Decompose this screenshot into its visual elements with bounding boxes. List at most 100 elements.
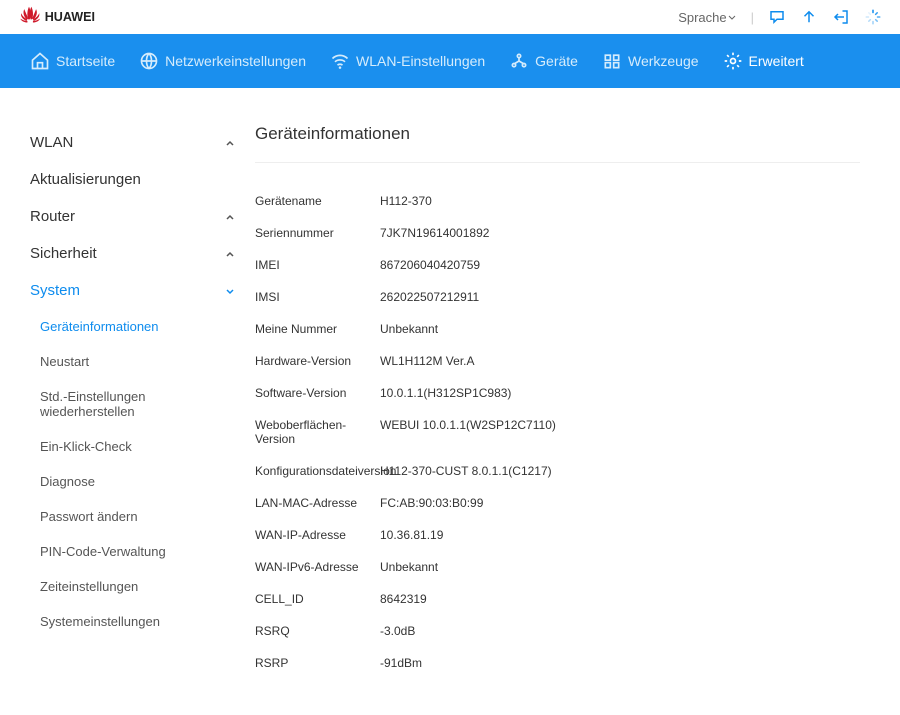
info-label: WAN-IP-Adresse (255, 528, 380, 542)
info-row: RSRQ-3.0dB (255, 615, 860, 647)
sidebar-sub-label: Ein-Klick-Check (40, 439, 132, 454)
sidebar-group-system[interactable]: System (30, 272, 235, 309)
sidebar-group-router[interactable]: Router (30, 198, 235, 235)
info-value: Unbekannt (380, 560, 438, 574)
info-value: -91dBm (380, 656, 422, 670)
sidebar-sub-label: Std.-Einstellungen wiederherstellen (40, 389, 146, 419)
nav-label: Geräte (535, 53, 578, 69)
info-row: GerätenameH112-370 (255, 185, 860, 217)
sidebar-item-oneclick[interactable]: Ein-Klick-Check (30, 429, 235, 464)
upload-icon[interactable] (800, 8, 818, 26)
sidebar-item-diagnose[interactable]: Diagnose (30, 464, 235, 499)
info-row: IMEI867206040420759 (255, 249, 860, 281)
nav-label: WLAN-Einstellungen (356, 53, 485, 69)
info-value: FC:AB:90:03:B0:99 (380, 496, 483, 510)
info-row: Hardware-VersionWL1H112M Ver.A (255, 345, 860, 377)
top-header: HUAWEI Sprache | (0, 0, 900, 34)
info-value: 8642319 (380, 592, 427, 606)
devices-icon (509, 51, 529, 71)
page-title: Geräteinformationen (255, 124, 860, 163)
info-row: LAN-MAC-AdresseFC:AB:90:03:B0:99 (255, 487, 860, 519)
language-selector[interactable]: Sprache (678, 10, 736, 25)
sidebar-item-deviceinfo[interactable]: Geräteinformationen (30, 309, 235, 344)
info-row: KonfigurationsdateiversionH112-370-CUST … (255, 455, 860, 487)
sidebar-group-wlan[interactable]: WLAN (30, 124, 235, 161)
info-label: IMSI (255, 290, 380, 304)
info-value: 7JK7N19614001892 (380, 226, 489, 240)
info-label: RSRP (255, 656, 380, 670)
sidebar-item-syssettings[interactable]: Systemeinstellungen (30, 604, 235, 639)
sidebar-label: WLAN (30, 134, 73, 151)
info-row: WAN-IPv6-AdresseUnbekannt (255, 551, 860, 583)
info-row: WAN-IP-Adresse10.36.81.19 (255, 519, 860, 551)
sidebar-group-updates[interactable]: Aktualisierungen (30, 161, 235, 198)
info-label: Seriennummer (255, 226, 380, 240)
globe-icon (139, 51, 159, 71)
nav-advanced[interactable]: Erweitert (723, 34, 804, 88)
sidebar-item-password[interactable]: Passwort ändern (30, 499, 235, 534)
sidebar-sub-label: Neustart (40, 354, 89, 369)
chat-icon[interactable] (768, 8, 786, 26)
sidebar-item-pin[interactable]: PIN-Code-Verwaltung (30, 534, 235, 569)
info-value: -3.0dB (380, 624, 415, 638)
sidebar-sub-label: Passwort ändern (40, 509, 138, 524)
sidebar-item-time[interactable]: Zeiteinstellungen (30, 569, 235, 604)
sidebar-sub-label: Systemeinstellungen (40, 614, 160, 629)
sidebar-label: Sicherheit (30, 245, 97, 262)
info-row: Meine NummerUnbekannt (255, 313, 860, 345)
nav-devices[interactable]: Geräte (509, 34, 578, 88)
gear-icon (723, 51, 743, 71)
info-row: Seriennummer7JK7N19614001892 (255, 217, 860, 249)
logout-icon[interactable] (832, 8, 850, 26)
info-row: Weboberflächen-VersionWEBUI 10.0.1.1(W2S… (255, 409, 860, 455)
nav-wlan[interactable]: WLAN-Einstellungen (330, 34, 485, 88)
info-label: IMEI (255, 258, 380, 272)
info-table: GerätenameH112-370Seriennummer7JK7N19614… (255, 185, 860, 679)
info-value: 262022507212911 (380, 290, 479, 304)
info-value: H112-370 (380, 194, 432, 208)
main-panel: Geräteinformationen GerätenameH112-370Se… (245, 124, 870, 679)
info-label: CELL_ID (255, 592, 380, 606)
nav-tools[interactable]: Werkzeuge (602, 34, 699, 88)
top-right-controls: Sprache | (678, 8, 882, 26)
sidebar-sub-label: Geräteinformationen (40, 319, 159, 334)
sidebar-label: System (30, 282, 80, 299)
info-row: Software-Version10.0.1.1(H312SP1C983) (255, 377, 860, 409)
nav-network[interactable]: Netzwerkeinstellungen (139, 34, 306, 88)
sidebar-sub-label: PIN-Code-Verwaltung (40, 544, 166, 559)
info-row: RSRP-91dBm (255, 647, 860, 679)
sidebar-group-security[interactable]: Sicherheit (30, 235, 235, 272)
info-value: WL1H112M Ver.A (380, 354, 475, 368)
info-label: Gerätename (255, 194, 380, 208)
main-nav: Startseite Netzwerkeinstellungen WLAN-Ei… (0, 34, 900, 88)
sidebar-item-restart[interactable]: Neustart (30, 344, 235, 379)
nav-label: Netzwerkeinstellungen (165, 53, 306, 69)
svg-text:HUAWEI: HUAWEI (45, 10, 95, 24)
info-label: Software-Version (255, 386, 380, 400)
chevron-down-icon (225, 286, 235, 296)
wifi-icon (330, 51, 350, 71)
caret-down-icon (727, 12, 737, 22)
sidebar-label: Aktualisierungen (30, 171, 141, 188)
info-label: RSRQ (255, 624, 380, 638)
language-label: Sprache (678, 10, 726, 25)
content: WLAN Aktualisierungen Router Sicherheit … (0, 88, 900, 715)
sidebar-sub-label: Diagnose (40, 474, 95, 489)
info-label: Meine Nummer (255, 322, 380, 336)
chevron-up-icon (225, 249, 235, 259)
info-label: Konfigurationsdateiversion (255, 464, 380, 478)
chevron-up-icon (225, 138, 235, 148)
info-value: WEBUI 10.0.1.1(W2SP12C7110) (380, 418, 556, 446)
loading-icon (864, 8, 882, 26)
info-label: LAN-MAC-Adresse (255, 496, 380, 510)
divider: | (751, 10, 754, 25)
chevron-up-icon (225, 212, 235, 222)
info-label: WAN-IPv6-Adresse (255, 560, 380, 574)
info-row: CELL_ID8642319 (255, 583, 860, 615)
nav-home[interactable]: Startseite (30, 34, 115, 88)
info-value: 10.36.81.19 (380, 528, 443, 542)
tools-icon (602, 51, 622, 71)
sidebar-item-restore[interactable]: Std.-Einstellungen wiederherstellen (30, 379, 235, 429)
info-value: H112-370-CUST 8.0.1.1(C1217) (380, 464, 552, 478)
sidebar-label: Router (30, 208, 75, 225)
